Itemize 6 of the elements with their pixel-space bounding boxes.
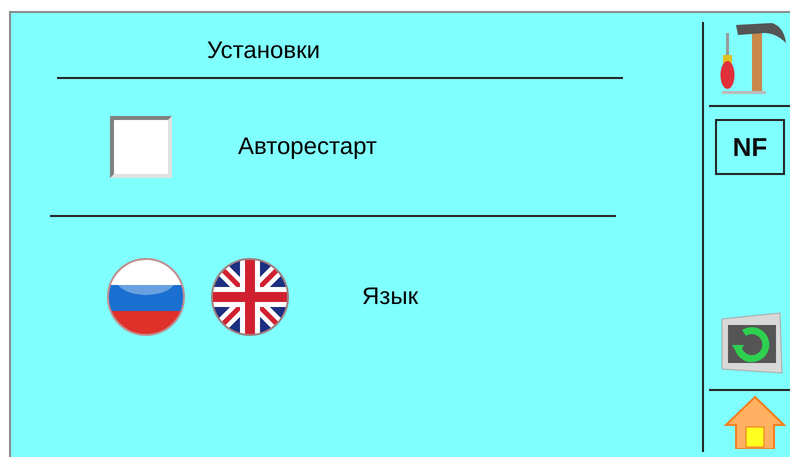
nf-button[interactable]: NF xyxy=(715,119,785,175)
russian-flag-icon[interactable] xyxy=(106,257,186,337)
settings-title: Установки xyxy=(207,37,320,65)
autorestart-label: Авторестарт xyxy=(238,133,377,161)
autorestart-checkbox[interactable] xyxy=(110,116,172,178)
language-label: Язык xyxy=(362,283,418,311)
